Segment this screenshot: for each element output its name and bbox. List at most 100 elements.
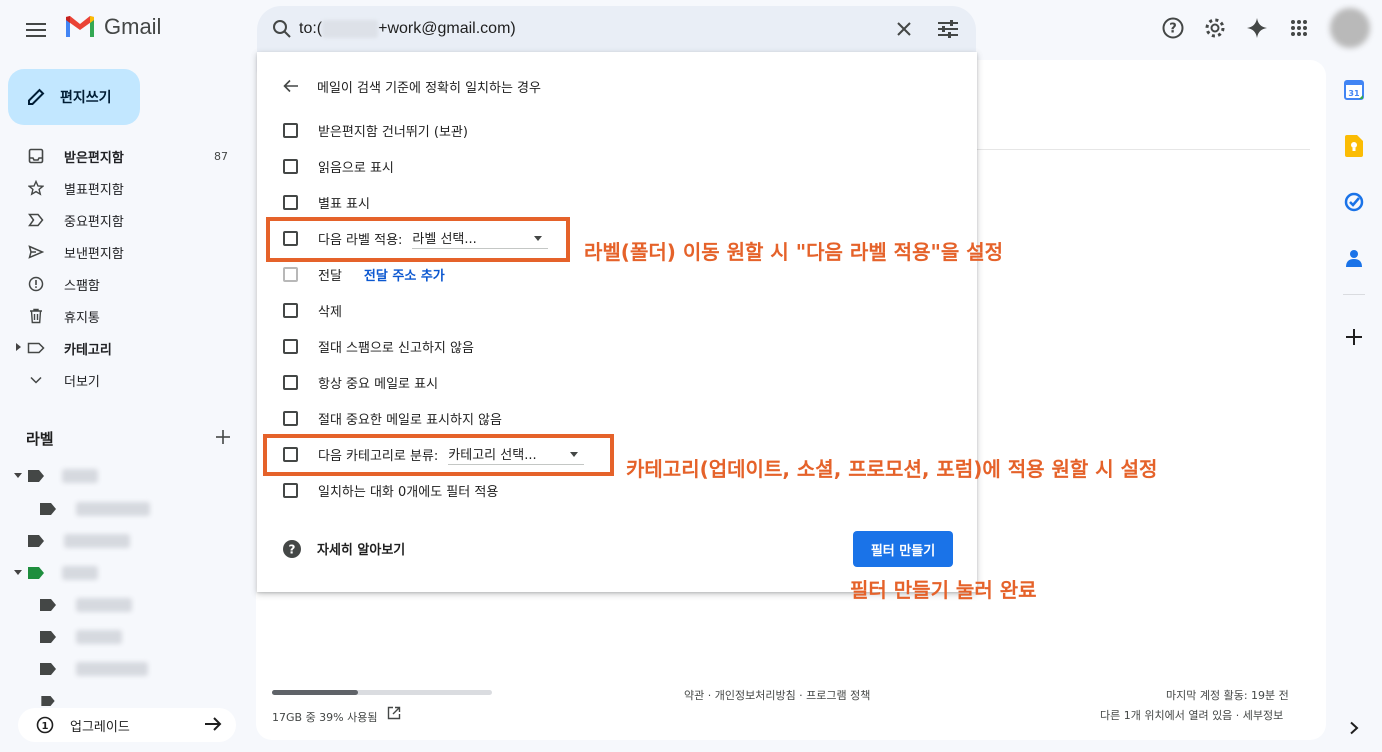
label-item[interactable]	[14, 562, 98, 584]
never-spam-checkbox[interactable]	[283, 338, 298, 354]
gmail-logo[interactable]: Gmail	[64, 14, 161, 40]
sidebar-item-label: 카테고리	[64, 342, 112, 358]
apply-existing-checkbox[interactable]	[283, 482, 298, 498]
contacts-button[interactable]	[1332, 238, 1376, 278]
search-input[interactable]: to:( +work@gmail.com)	[299, 17, 859, 41]
label-tag-icon	[40, 599, 56, 611]
label-item[interactable]	[40, 658, 148, 680]
create-filter-button[interactable]: 필터 만들기	[853, 531, 953, 567]
option-label: 별표 표시	[318, 196, 370, 212]
skip-inbox-checkbox[interactable]	[283, 122, 298, 138]
labels-title: 라벨	[26, 430, 54, 448]
dialog-title: 메일이 검색 기준에 정확히 일치하는 경우	[317, 80, 541, 96]
redacted-label-name	[62, 469, 98, 483]
add-label-button[interactable]	[212, 426, 234, 448]
sidebar-item-more[interactable]: 더보기	[0, 364, 256, 396]
side-panel-divider	[1343, 294, 1365, 295]
search-button[interactable]	[267, 14, 297, 44]
redacted-label-name	[76, 598, 132, 612]
svg-text:?: ?	[1169, 22, 1177, 37]
main-menu-button[interactable]	[16, 12, 56, 48]
chevron-right-icon[interactable]	[1349, 721, 1359, 735]
label-tag-icon	[28, 567, 44, 579]
svg-text:1: 1	[42, 721, 49, 732]
sidebar-item-starred[interactable]: 별표편지함	[0, 172, 256, 204]
add-forwarding-address-link[interactable]: 전달 주소 추가	[364, 265, 445, 284]
forward-checkbox[interactable]	[283, 266, 298, 282]
pencil-icon	[28, 88, 45, 105]
label-item[interactable]	[40, 498, 150, 520]
back-button[interactable]	[279, 74, 303, 98]
sidebar-item-trash[interactable]: 휴지통	[0, 300, 256, 332]
option-skip-inbox[interactable]: 받은편지함 건너뛰기 (보관)	[283, 118, 468, 142]
label-item[interactable]	[28, 530, 130, 552]
clear-search-button[interactable]	[889, 14, 919, 44]
option-never-important[interactable]: 절대 중요한 메일로 표시하지 않음	[283, 406, 502, 430]
svg-text:31: 31	[1348, 89, 1360, 98]
footer-policy-links[interactable]: 약관 · 개인정보처리방침 · 프로그램 정책	[684, 687, 870, 703]
label-item[interactable]	[40, 594, 132, 616]
annotation-create-note: 필터 만들기 눌러 완료	[850, 578, 1037, 602]
search-options-button[interactable]	[933, 14, 963, 44]
sidebar-item-label: 받은편지함	[64, 150, 124, 166]
never-important-checkbox[interactable]	[283, 410, 298, 426]
option-forward[interactable]: 전달 전달 주소 추가	[283, 262, 445, 286]
learn-more-link[interactable]: ? 자세히 알아보기	[283, 539, 405, 558]
option-mark-read[interactable]: 읽음으로 표시	[283, 154, 394, 178]
sidebar-item-spam[interactable]: 스팸함	[0, 268, 256, 300]
keep-button[interactable]	[1332, 126, 1376, 166]
labels-header: 라벨	[26, 428, 236, 450]
expand-caret-icon[interactable]	[16, 343, 21, 351]
option-always-important[interactable]: 항상 중요 메일로 표시	[283, 370, 438, 394]
gmail-m-icon	[66, 16, 94, 37]
sidebar-item-label: 스팸함	[64, 278, 100, 294]
app-name: Gmail	[104, 14, 162, 39]
get-addons-button[interactable]	[1332, 317, 1376, 357]
sidebar-item-important[interactable]: 중요편지함	[0, 204, 256, 236]
help-button[interactable]: ?	[1155, 10, 1191, 46]
help-icon: ?	[1162, 17, 1184, 39]
tasks-button[interactable]	[1332, 182, 1376, 222]
label-tag-icon	[40, 663, 56, 675]
compose-button[interactable]: 편지쓰기	[8, 69, 140, 125]
upgrade-label: 업그레이드	[70, 719, 130, 735]
other-sessions-link[interactable]: 다른 1개 위치에서 열려 있음 · 세부정보	[1100, 707, 1283, 723]
calendar-icon: 31	[1344, 80, 1364, 100]
calendar-button[interactable]: 31	[1332, 70, 1376, 110]
option-apply-existing[interactable]: 일치하는 대화 0개에도 필터 적용	[283, 478, 498, 502]
settings-button[interactable]	[1197, 10, 1233, 46]
avatar[interactable]	[1330, 8, 1370, 48]
option-label: 읽음으로 표시	[318, 160, 394, 176]
last-activity-text: 마지막 계정 활동: 19분 전	[1166, 689, 1289, 702]
header-actions: ?	[1155, 10, 1317, 46]
sidebar-item-sent[interactable]: 보낸편지함	[0, 236, 256, 268]
always-important-checkbox[interactable]	[283, 374, 298, 390]
option-label: 절대 중요한 메일로 표시하지 않음	[318, 412, 502, 428]
star-checkbox[interactable]	[283, 194, 298, 210]
spam-icon	[24, 272, 48, 296]
mark-read-checkbox[interactable]	[283, 158, 298, 174]
sidebar-item-categories[interactable]: 카테고리	[0, 332, 256, 364]
delete-checkbox[interactable]	[283, 302, 298, 318]
inbox-icon	[24, 144, 48, 168]
storage-text: 17GB 중 39% 사용됨	[272, 711, 378, 724]
search-bar[interactable]: to:( +work@gmail.com)	[257, 6, 976, 52]
annotation-category-note: 카테고리(업데이트, 소셜, 프로모션, 포럼)에 적용 원할 시 설정	[626, 457, 1158, 481]
highlight-box-categorize	[263, 434, 614, 476]
redacted-label-name	[76, 630, 122, 644]
option-never-spam[interactable]: 절대 스팸으로 신고하지 않음	[283, 334, 474, 358]
gemini-button[interactable]	[1239, 10, 1275, 46]
chevron-down-icon	[24, 368, 48, 392]
label-item[interactable]	[14, 465, 98, 487]
option-star[interactable]: 별표 표시	[283, 190, 370, 214]
caret-down-icon	[14, 473, 22, 478]
upgrade-button[interactable]: 1 업그레이드	[18, 708, 236, 742]
label-item[interactable]	[40, 626, 122, 648]
sidebar-item-inbox[interactable]: 받은편지함 87	[0, 140, 256, 172]
filter-actions-dialog: 메일이 검색 기준에 정확히 일치하는 경우 받은편지함 건너뛰기 (보관) 읽…	[257, 52, 977, 592]
sidebar-nav: 받은편지함 87 별표편지함 중요편지함 보낸편지함 스팸함 휴지통 카테고리 …	[0, 140, 256, 396]
open-external-icon[interactable]	[387, 706, 401, 720]
label-tag-icon	[40, 503, 56, 515]
apps-button[interactable]	[1281, 10, 1317, 46]
option-delete[interactable]: 삭제	[283, 298, 342, 322]
